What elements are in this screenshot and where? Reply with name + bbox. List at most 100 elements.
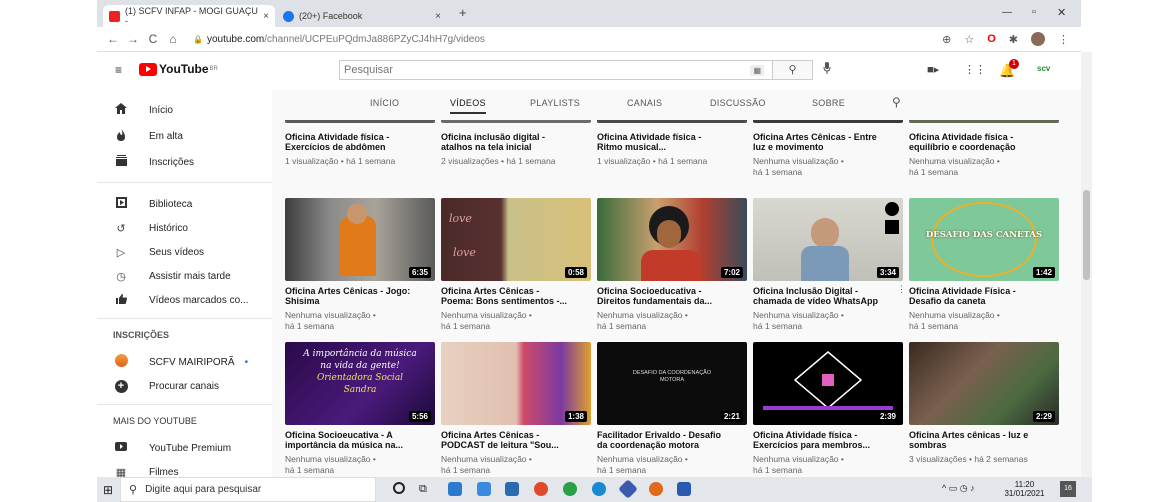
account-avatar[interactable]: scv (1037, 64, 1050, 73)
video-title[interactable]: Oficina Inclusão Digital - chamada de víd… (753, 286, 893, 306)
video-thumbnail[interactable]: DESAFIO DA COORDENAÇÃO MOTORA 2:21 (597, 342, 747, 425)
sidebar-item-your-videos[interactable]: ▷ Seus vídeos (97, 242, 272, 262)
app-diamond-icon[interactable] (618, 479, 638, 499)
tab-videos[interactable]: VÍDEOS (450, 98, 486, 114)
url-field[interactable]: youtube.com/channel/UCPEuPQdmJa886PZyCJ4… (207, 34, 485, 45)
search-button[interactable]: ⚲ (773, 60, 813, 80)
video-thumbnail[interactable]: DESAFIO DAS CANETAS 1:42 (909, 198, 1059, 281)
home-button[interactable]: ⌂ (163, 32, 183, 46)
close-window-button[interactable]: ✕ (1057, 6, 1066, 19)
apps-grid-icon[interactable]: ⋮⋮ (964, 63, 986, 76)
tab-playlists[interactable]: PLAYLISTS (530, 98, 580, 108)
video-thumbnail[interactable]: 2:29 (909, 342, 1059, 425)
sidebar-item-subscriptions[interactable]: Inscrições (97, 152, 272, 172)
more-actions-icon[interactable]: ⋮ (897, 284, 906, 295)
sidebar-item-history[interactable]: ↺ Histórico (97, 218, 272, 238)
video-thumbnail[interactable]: 2:39 (753, 342, 903, 425)
file-explorer-icon[interactable] (477, 482, 491, 496)
scrollbar-thumb[interactable] (1083, 190, 1090, 280)
edge-icon[interactable] (592, 482, 606, 496)
browser-tab-facebook[interactable]: (20+) Facebook × (277, 5, 447, 27)
chrome-icon[interactable] (534, 482, 548, 496)
video-thumbnail[interactable]: 1:38 (441, 342, 591, 425)
video-title[interactable]: Oficina inclusão digital - atalhos na tel… (441, 132, 591, 152)
sidebar-item-library[interactable]: Biblioteca (97, 194, 272, 214)
maximize-button[interactable]: ▫ (1032, 6, 1036, 18)
video-title[interactable]: Facilitador Erivaldo - Desafio da coorden… (597, 430, 747, 450)
add-to-queue-icon[interactable] (885, 220, 899, 234)
video-title[interactable]: Oficina Socioeucativa - Aimportância da … (285, 430, 435, 450)
tab-discussion[interactable]: DISCUSSÃO (710, 98, 766, 108)
whatsapp-icon[interactable] (563, 482, 577, 496)
channel-search-icon[interactable]: ⚲ (892, 95, 901, 109)
minimize-button[interactable]: — (1002, 7, 1012, 18)
video-thumbnail[interactable] (909, 120, 1059, 123)
firefox-icon[interactable] (649, 482, 663, 496)
notification-center-icon[interactable]: 16 (1060, 481, 1076, 497)
bookmark-star-icon[interactable]: ☆ (964, 33, 974, 46)
search-input[interactable] (340, 64, 730, 76)
clock[interactable]: 11:20 31/01/2021 (987, 480, 1062, 498)
video-title[interactable]: Oficina Artes Cênicas - Poema: Bons senti… (441, 286, 591, 306)
microphone-icon[interactable] (823, 62, 831, 77)
hamburger-menu-icon[interactable]: ≡ (115, 63, 122, 77)
new-tab-button[interactable]: + (459, 5, 467, 20)
video-meta: 1 visualização • há 1 semana (285, 156, 396, 166)
video-title[interactable]: Oficina Artes Cênicas - Jogo: Shisima (285, 286, 435, 306)
people-app-icon[interactable] (448, 482, 462, 496)
sidebar-item-label: Procurar canais (149, 380, 220, 392)
video-title[interactable]: Oficina Artes Cênicas - PODCAST de leitur… (441, 430, 591, 450)
windows-start-icon[interactable]: ⊞ (97, 477, 119, 502)
create-video-icon[interactable]: ■▸ (927, 63, 939, 76)
video-title[interactable]: Oficina Atividade Física - Desafio da can… (909, 286, 1059, 306)
tab-home[interactable]: INÍCIO (370, 98, 399, 108)
video-meta: Nenhuma visualização • há 1 semana (285, 310, 376, 331)
sidebar-item-browse-channels[interactable]: + Procurar canais (97, 376, 272, 396)
forward-button[interactable]: → (123, 32, 143, 46)
video-thumbnail[interactable]: 3:34 (753, 198, 903, 281)
opera-extension-icon[interactable]: O (987, 33, 996, 45)
extensions-puzzle-icon[interactable]: ✱ (1009, 33, 1018, 46)
watch-later-clock-icon[interactable] (885, 202, 899, 216)
task-view-icon[interactable]: ⧉ (419, 483, 427, 496)
video-title[interactable]: Oficina Socioeducativa - Direitos fundame… (597, 286, 747, 306)
video-title[interactable]: Oficina Atividade física - equilíbrio e c… (909, 132, 1059, 152)
sidebar-item-movies[interactable]: ▦ Filmes (97, 462, 272, 478)
back-button[interactable]: ← (103, 32, 123, 46)
zoom-icon[interactable]: ⊕ (942, 33, 951, 46)
tab-channels[interactable]: CANAIS (627, 98, 662, 108)
sidebar-subscription-scfv-mairipora[interactable]: SCFV MAIRIPORÃ • (97, 352, 272, 372)
taskbar-search[interactable]: ⚲ Digite aqui para pesquisar (120, 477, 376, 502)
keyboard-icon[interactable]: ▦ (750, 64, 764, 76)
sidebar-item-home[interactable]: Início (97, 100, 272, 120)
video-thumbnail[interactable]: love love 0:58 (441, 198, 591, 281)
system-tray-icons[interactable]: ^ ▭ ◷ ♪ (942, 483, 975, 494)
store-icon[interactable] (505, 482, 519, 496)
close-tab-icon[interactable]: × (435, 11, 441, 22)
video-thumbnail[interactable] (441, 120, 591, 123)
video-title[interactable]: Oficina Atividade física - Exercícios par… (753, 430, 903, 450)
video-title[interactable]: Oficina Atividade física - Exercícios de … (285, 132, 435, 152)
sidebar-item-youtube-premium[interactable]: YouTube Premium (97, 438, 272, 458)
video-title[interactable]: Oficina Artes cênicas - luz e sombras (909, 430, 1059, 450)
profile-avatar-icon[interactable] (1031, 32, 1045, 46)
video-title[interactable]: Oficina Atividade física - Ritmo musical.… (597, 132, 747, 152)
close-tab-icon[interactable]: × (263, 11, 269, 22)
video-title[interactable]: Oficina Artes Cênicas - Entre luz e movim… (753, 132, 903, 152)
word-icon[interactable] (677, 482, 691, 496)
youtube-logo[interactable]: YouTube BR (139, 62, 218, 76)
video-thumbnail[interactable]: A importância da música na vida da gente… (285, 342, 435, 425)
video-thumbnail[interactable] (597, 120, 747, 123)
video-thumbnail[interactable]: 7:02 (597, 198, 747, 281)
video-thumbnail[interactable]: 6:35 (285, 198, 435, 281)
reload-button[interactable]: C (143, 32, 163, 46)
cortana-icon[interactable] (393, 482, 405, 494)
tab-about[interactable]: SOBRE (812, 98, 845, 108)
menu-dots-icon[interactable]: ⋮ (1058, 33, 1069, 46)
sidebar-item-trending[interactable]: Em alta (97, 126, 272, 146)
sidebar-item-liked-videos[interactable]: Vídeos marcados co... (97, 290, 272, 310)
video-thumbnail[interactable] (753, 120, 903, 123)
sidebar-item-watch-later[interactable]: ◷ Assistir mais tarde (97, 266, 272, 286)
video-thumbnail[interactable] (285, 120, 435, 123)
browser-tab-youtube[interactable]: (1) SCFV INFAP - MOGI GUAÇU - × (103, 5, 275, 27)
